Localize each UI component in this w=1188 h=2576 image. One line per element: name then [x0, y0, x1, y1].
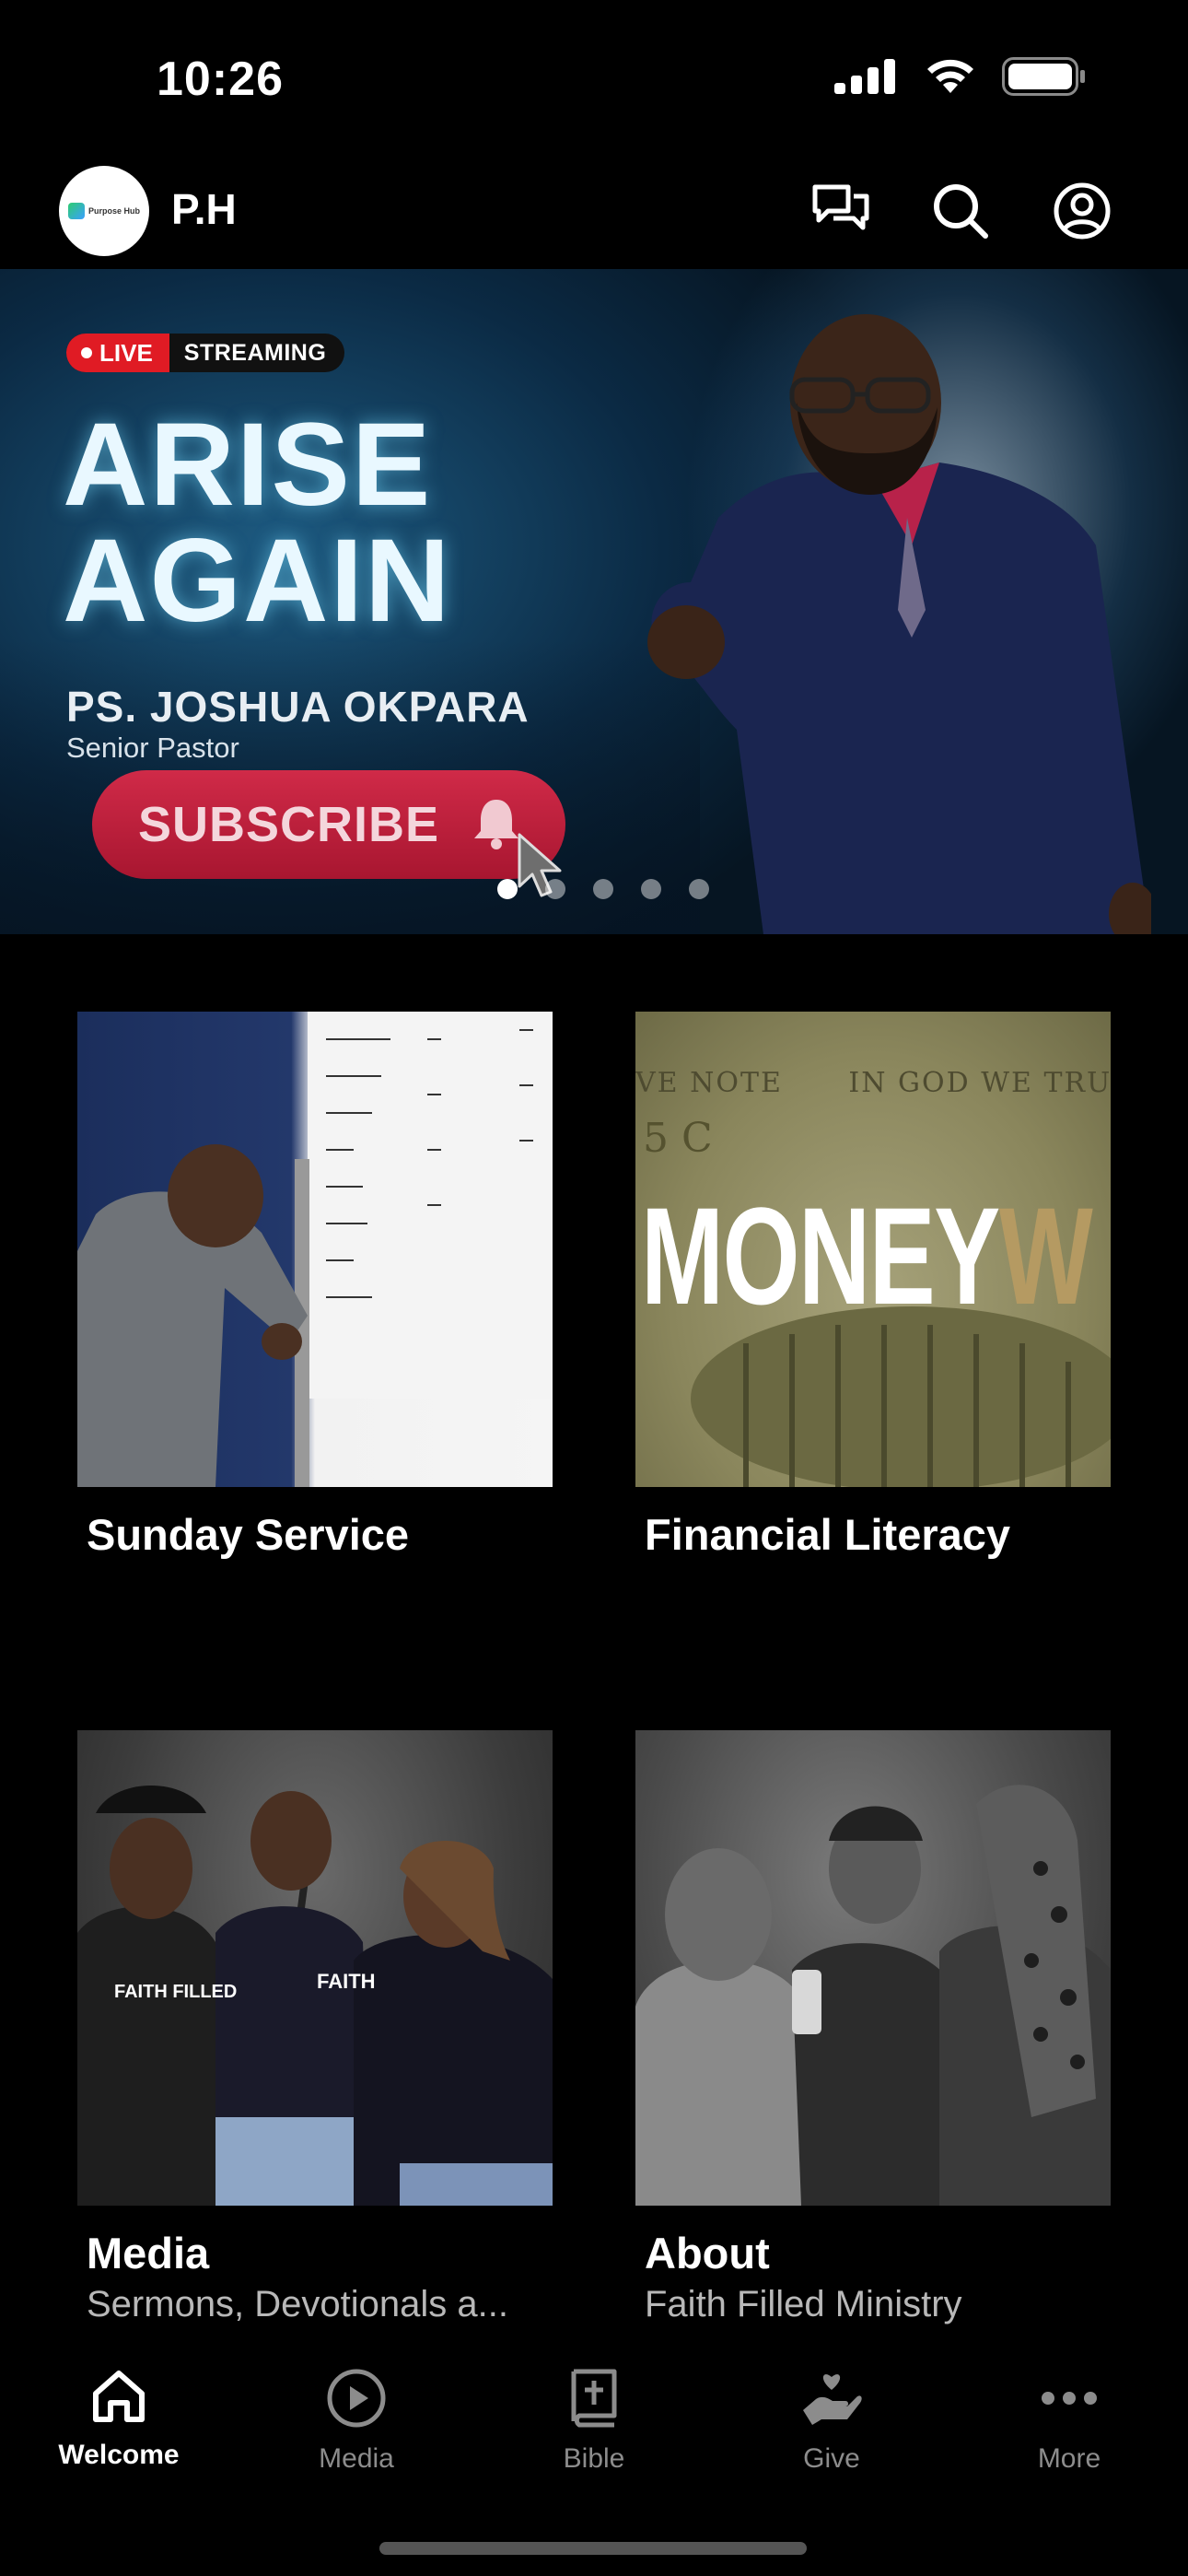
profile-button[interactable] — [1050, 179, 1114, 243]
tab-bar: Welcome Media Bible Give More — [0, 2340, 1188, 2506]
card-sunday-service[interactable]: Sunday Service — [77, 1012, 553, 1560]
carousel-dot[interactable] — [545, 879, 565, 899]
tab-label: More — [1037, 2443, 1101, 2474]
carousel-dot[interactable] — [497, 879, 518, 899]
moneyw-logo-main: MONEY — [641, 1178, 1000, 1333]
home-icon — [93, 2371, 145, 2422]
app-logo[interactable]: Purpose Hub — [59, 166, 149, 256]
card-subtitle: Faith Filled Ministry — [645, 2284, 962, 2324]
tab-label: Media — [319, 2443, 394, 2474]
live-dot-icon — [81, 347, 92, 358]
live-streaming-badge: LIVE STREAMING — [66, 334, 345, 372]
status-bar: 10:26 — [0, 0, 1188, 157]
card-about[interactable]: About Faith Filled Ministry — [635, 1730, 1111, 2325]
sunday-service-image — [77, 1012, 553, 1487]
app-header: Purpose Hub P.H — [0, 157, 1188, 269]
wifi-icon — [927, 59, 973, 93]
logo-mark-icon — [67, 203, 85, 219]
hero-title: ARISE AGAIN — [63, 399, 452, 647]
carousel-dot[interactable] — [689, 879, 709, 899]
moneyw-logo: MONEYW — [641, 1187, 1093, 1325]
media-illustration: FAITH FILLED FAITH — [77, 1786, 553, 2206]
live-label: LIVE — [99, 338, 153, 367]
tab-label: Give — [803, 2443, 860, 2474]
streaming-label: STREAMING — [183, 339, 327, 366]
tab-label: Welcome — [58, 2440, 180, 2470]
about-image — [635, 1730, 1111, 2206]
home-indicator[interactable] — [379, 2542, 807, 2555]
card-title: Financial Literacy — [645, 1510, 1011, 1559]
card-title: Sunday Service — [87, 1510, 410, 1559]
search-button[interactable] — [928, 179, 993, 243]
banknote-text-1: VE NOTE — [635, 1067, 783, 1099]
card-title: Media — [87, 2229, 210, 2277]
card-title: About — [645, 2229, 770, 2277]
search-icon — [934, 184, 988, 239]
tab-label: Bible — [563, 2443, 625, 2474]
about-illustration — [635, 1785, 1111, 2206]
banknote-text-top: VE NOTE IN GOD WE TRU — [635, 1067, 1111, 1099]
hero-title-line2: AGAIN — [63, 515, 452, 647]
carousel-dot[interactable] — [641, 879, 661, 899]
banknote-text-3: 5 C — [643, 1115, 713, 1162]
banknote-text-2: IN GOD WE TRU — [848, 1067, 1111, 1099]
bible-icon — [571, 2369, 617, 2428]
status-icons — [834, 57, 1087, 96]
svg-text:FAITH FILLED: FAITH FILLED — [114, 1982, 237, 2002]
live-label-part: LIVE — [66, 334, 169, 372]
carousel-dots — [0, 879, 1188, 899]
card-subtitle: Sermons, Devotionals a... — [87, 2284, 508, 2324]
speaker-name: PS. JOSHUA OKPARA — [66, 683, 530, 731]
give-hand-heart-icon — [803, 2374, 862, 2425]
carousel-dot[interactable] — [593, 879, 613, 899]
hero-title-line1: ARISE — [63, 399, 433, 531]
card-financial-literacy[interactable]: VE NOTE IN GOD WE TRU 5 C MONEYW Financi… — [635, 1012, 1111, 1560]
profile-icon — [1054, 182, 1111, 240]
hero-banner[interactable]: LIVE STREAMING ARISE AGAIN PS. JOSHUA OK… — [0, 269, 1188, 934]
chat-icon — [812, 184, 869, 230]
tab-welcome[interactable]: Welcome — [0, 2340, 238, 2506]
financial-literacy-image: VE NOTE IN GOD WE TRU 5 C MONEYW — [635, 1012, 1111, 1487]
tab-more[interactable]: More — [950, 2340, 1188, 2506]
subscribe-button[interactable]: SUBSCRIBE — [92, 770, 565, 879]
svg-text:FAITH: FAITH — [317, 1970, 376, 1993]
play-circle-icon — [327, 2369, 386, 2428]
more-dots-icon — [1042, 2392, 1097, 2405]
pastor-image — [647, 314, 1151, 934]
tab-media[interactable]: Media — [238, 2340, 475, 2506]
sunday-service-illustration — [77, 1012, 553, 1487]
logo-text: Purpose Hub — [87, 205, 140, 216]
moneyw-logo-accent: W — [998, 1178, 1093, 1333]
app-title: P.H — [171, 185, 237, 233]
battery-icon — [1002, 57, 1085, 96]
tab-give[interactable]: Give — [713, 2340, 950, 2506]
tab-bible[interactable]: Bible — [475, 2340, 713, 2506]
cellular-signal-icon — [834, 59, 895, 94]
chat-button[interactable] — [809, 179, 873, 243]
card-media[interactable]: FAITH FILLED FAITH Media Sermons, Devoti… — [77, 1730, 553, 2325]
status-time: 10:26 — [157, 53, 284, 106]
media-image: FAITH FILLED FAITH — [77, 1730, 553, 2206]
subscribe-label: SUBSCRIBE — [138, 797, 440, 852]
speaker-role: Senior Pastor — [66, 732, 239, 764]
